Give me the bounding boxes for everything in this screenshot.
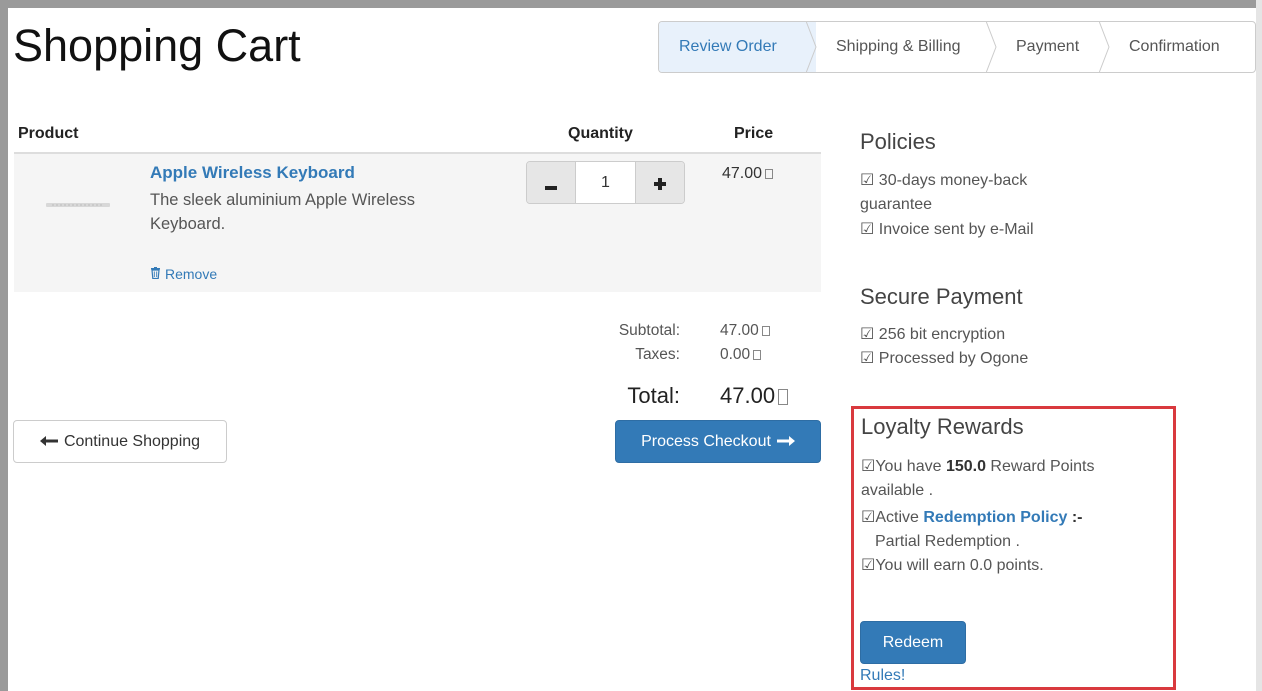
wizard-step-confirmation[interactable]: Confirmation xyxy=(1109,22,1255,72)
policy-money-back: ☑ 30-days money-back guarantee xyxy=(860,169,1027,217)
loyalty-policy-prefix: ☑Active xyxy=(861,509,924,526)
item-price-value: 47.00 xyxy=(722,165,763,182)
process-checkout-button[interactable]: Process Checkout xyxy=(615,420,821,463)
chevron-right-icon xyxy=(986,22,1006,72)
continue-shopping-button[interactable]: Continue Shopping xyxy=(13,420,227,463)
loyalty-rewards-panel: Loyalty Rewards ☑You have 150.0 Reward P… xyxy=(851,406,1176,690)
column-header-quantity: Quantity xyxy=(568,125,633,142)
frame-shadow xyxy=(1256,0,1262,691)
loyalty-points-prefix: ☑You have xyxy=(861,458,946,475)
policy-invoice: ☑ Invoice sent by e-Mail xyxy=(860,221,1034,238)
column-header-price: Price xyxy=(734,125,774,142)
policies-heading: Policies xyxy=(860,129,936,154)
currency-symbol-icon xyxy=(778,389,789,406)
redeem-button[interactable]: Redeem xyxy=(860,621,966,664)
process-checkout-label: Process Checkout xyxy=(641,432,771,450)
wizard-step-label: Payment xyxy=(1016,38,1080,55)
continue-shopping-label: Continue Shopping xyxy=(63,432,201,450)
plus-icon xyxy=(654,170,666,196)
loyalty-points-line2: available . xyxy=(861,482,934,499)
checkout-wizard: Review Order Shipping & Billing Payment … xyxy=(658,21,1256,73)
column-header-product: Product xyxy=(18,125,79,142)
total-label: Total: xyxy=(627,383,680,408)
currency-symbol-icon xyxy=(765,168,774,179)
wizard-step-payment[interactable]: Payment xyxy=(996,22,1110,72)
total-amount: 47.00 xyxy=(720,383,789,409)
arrow-left-icon xyxy=(39,433,58,451)
taxes-value: 0.00 xyxy=(720,346,751,363)
taxes-label: Taxes: xyxy=(635,346,680,363)
remove-label: Remove xyxy=(165,266,218,282)
loyalty-heading: Loyalty Rewards xyxy=(861,414,1024,439)
loyalty-policy: ☑Active Redemption Policy :- Partial Red… xyxy=(861,506,1161,554)
trash-icon xyxy=(150,266,161,282)
subtotal-value: 47.00 xyxy=(720,322,759,339)
page-title: Shopping Cart xyxy=(13,20,301,71)
taxes-amount: 0.00 xyxy=(720,346,762,364)
loyalty-points-value: 150.0 xyxy=(945,458,986,475)
secure-encryption: ☑ 256 bit encryption xyxy=(860,326,1006,343)
product-image[interactable] xyxy=(42,197,114,207)
wizard-step-review-order[interactable]: Review Order xyxy=(659,22,817,72)
decrease-quantity-button[interactable] xyxy=(527,162,575,203)
rules-link[interactable]: Rules! xyxy=(860,667,905,685)
wizard-step-shipping-billing[interactable]: Shipping & Billing xyxy=(816,22,997,72)
subtotal-label: Subtotal: xyxy=(618,322,680,339)
remove-item-link[interactable]: Remove xyxy=(150,266,217,282)
chevron-right-icon xyxy=(1099,22,1119,72)
quantity-stepper: 1 xyxy=(526,161,685,204)
currency-symbol-icon xyxy=(753,349,762,360)
wizard-step-label: Confirmation xyxy=(1129,38,1220,55)
loyalty-points: ☑You have 150.0 Reward Points available … xyxy=(861,455,1161,503)
product-name-link[interactable]: Apple Wireless Keyboard xyxy=(150,163,355,183)
total-value: 47.00 xyxy=(720,383,776,408)
policy-money-back-line1: ☑ 30-days money-back xyxy=(860,172,1028,189)
arrow-right-icon xyxy=(776,433,795,451)
loyalty-earn: ☑You will earn 0.0 points. xyxy=(861,557,1044,574)
loyalty-points-suffix: Reward Points xyxy=(985,458,1095,475)
policy-money-back-line2: guarantee xyxy=(860,196,933,213)
redemption-policy-link[interactable]: Redemption Policy xyxy=(923,509,1067,526)
wizard-step-label: Shipping & Billing xyxy=(836,38,961,55)
secure-payment-heading: Secure Payment xyxy=(860,284,1023,309)
quantity-input[interactable]: 1 xyxy=(575,162,636,203)
chevron-right-icon xyxy=(806,22,826,72)
minus-icon xyxy=(545,170,557,196)
item-price: 47.00 xyxy=(722,165,774,183)
subtotal-amount: 47.00 xyxy=(720,322,770,340)
currency-symbol-icon xyxy=(761,325,770,336)
wizard-step-label: Review Order xyxy=(679,38,777,55)
loyalty-policy-suffix: :- xyxy=(1067,509,1083,526)
product-description: The sleek aluminium Apple Wireless Keybo… xyxy=(150,191,416,233)
secure-processor: ☑ Processed by Ogone xyxy=(860,350,1029,367)
loyalty-policy-line2: Partial Redemption . xyxy=(875,533,1020,550)
increase-quantity-button[interactable] xyxy=(636,162,684,203)
